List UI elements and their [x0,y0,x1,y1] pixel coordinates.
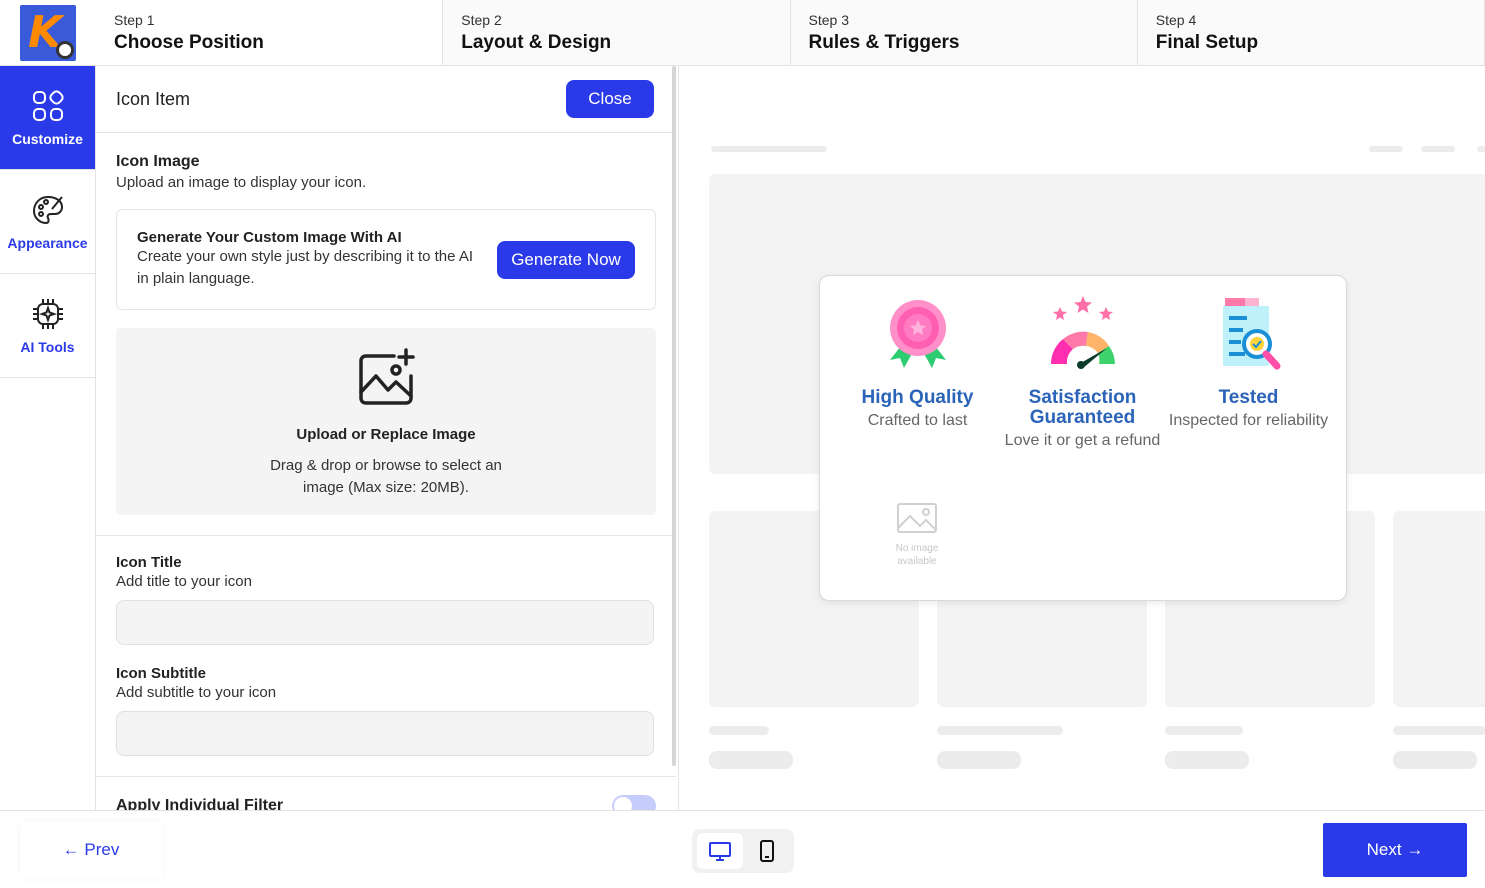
icon-subtitle-section: Icon Subtitle Add subtitle to your icon [96,645,676,756]
grid-icon [32,89,64,121]
step-title: Layout & Design [461,32,612,53]
palette-icon [32,195,63,224]
mobile-view-toggle[interactable] [744,833,790,869]
add-image-icon [359,348,415,405]
section-subtitle: Upload an image to display your icon. [116,174,367,191]
generate-now-button[interactable]: Generate Now [497,240,635,279]
ai-generate-card: Generate Your Custom Image With AI Creat… [116,209,656,310]
icon-title-input[interactable] [116,600,654,645]
desktop-view-toggle[interactable] [696,833,743,869]
upload-title: Upload or Replace Image [296,426,476,443]
skeleton-product-card [1393,511,1485,707]
skeleton-line [709,726,769,735]
prev-button[interactable]: ← Prev [20,821,162,879]
sidebar-item-ai-tools[interactable]: AI Tools [0,274,95,378]
mobile-icon [759,840,774,862]
icon-item-title: High Quality [861,387,974,408]
skeleton-line [1421,146,1455,152]
satisfaction-gauge-icon [1050,296,1115,369]
step-1-tab[interactable]: Step 1 Choose Position [96,0,444,65]
filter-label: Apply Individual Filter [116,797,284,810]
icon-item-title: Tested [1218,387,1279,408]
skeleton-line [937,726,1063,735]
sidebar-item-appearance[interactable]: Appearance [0,170,95,274]
field-hint: Add subtitle to your icon [116,684,277,701]
preview-canvas: High Quality Crafted to last Satisfactio… [678,66,1485,810]
icon-item-subtitle: Love it or get a refund [1004,432,1161,449]
skeleton-line [1165,726,1243,735]
footer-bar: ← Prev Next → [0,810,1485,888]
step-number: Step 4 [1155,12,1197,28]
step-number: Step 3 [808,12,849,28]
icon-item-tested[interactable]: Tested Inspected for reliability [1166,294,1331,429]
sidebar-item-label: Customize [12,130,83,147]
icon-item-satisfaction[interactable]: Satisfaction Guaranteed Love it or get a… [1000,294,1165,449]
icon-widget-preview: High Quality Crafted to last Satisfactio… [819,275,1347,601]
skeleton-line [711,146,827,152]
sidebar-item-customize[interactable]: Customize [0,66,95,170]
icon-item-subtitle: Crafted to last [867,412,968,429]
field-label: Icon Title [116,554,182,571]
step-2-tab[interactable]: Step 2 Layout & Design [443,0,791,65]
skeleton-line [1393,726,1485,735]
step-tabs: Step 1 Choose Position Step 2 Layout & D… [96,0,1485,66]
icon-item-title: Satisfaction Guaranteed [1028,387,1137,428]
no-image-placeholder[interactable]: No image available [882,498,952,568]
chip-icon [32,298,63,329]
ai-card-description: Create your own style just by describing… [137,248,473,287]
sidebar-item-label: Appearance [7,234,88,251]
ai-card-title: Generate Your Custom Image With AI [137,229,402,246]
individual-filter-row: Apply Individual Filter [96,777,676,810]
app-logo: K [0,0,96,66]
skeleton-line [1477,146,1485,152]
upload-description: Drag & drop or browse to select an image… [270,457,502,496]
skeleton-pill [1165,751,1249,769]
gear-icon [56,40,74,59]
device-switcher [692,829,794,873]
next-button[interactable]: Next → [1323,823,1467,877]
inspection-clipboard-icon [1222,298,1280,370]
field-label: Icon Subtitle [116,665,206,682]
sidebar-item-label: AI Tools [20,338,75,355]
sidebar: Customize Appearance AI Tools [0,66,96,810]
section-title: Icon Image [116,153,200,170]
step-number: Step 1 [114,12,155,28]
step-4-tab[interactable]: Step 4 Final Setup [1137,0,1485,65]
icon-title-section: Icon Title Add title to your icon [96,536,676,645]
placeholder-text: No image available [895,543,939,567]
step-3-tab[interactable]: Step 3 Rules & Triggers [790,0,1138,65]
icon-image-section: Icon Image Upload an image to display yo… [96,133,676,515]
app-root: K Step 1 Choose Position Step 2 Layout &… [0,0,1485,888]
close-button[interactable]: Close [566,80,654,118]
image-upload-dropzone[interactable]: Upload or Replace Image Drag & drop or b… [116,328,656,515]
filter-toggle[interactable] [612,795,656,810]
settings-panel: Icon Item Close Icon Image Upload an ima… [96,66,676,810]
panel-scrollbar[interactable] [672,66,676,766]
skeleton-pill [937,751,1021,769]
icon-item-subtitle: Inspected for reliability [1168,412,1329,429]
icon-item-high-quality[interactable]: High Quality Crafted to last [835,294,1000,429]
logo-mark: K [20,4,76,61]
step-title: Choose Position [114,32,264,53]
skeleton-pill [1393,751,1477,769]
skeleton-line [1369,146,1403,152]
image-placeholder-icon [897,503,937,533]
icon-subtitle-input[interactable] [116,711,654,756]
award-rosette-icon [889,300,946,368]
desktop-icon [708,842,731,861]
field-hint: Add title to your icon [116,573,252,590]
step-title: Rules & Triggers [808,32,960,53]
step-title: Final Setup [1155,32,1259,53]
panel-header: Icon Item Close [96,66,676,133]
step-number: Step 2 [461,12,502,28]
panel-title: Icon Item [116,88,191,109]
skeleton-pill [709,751,793,769]
